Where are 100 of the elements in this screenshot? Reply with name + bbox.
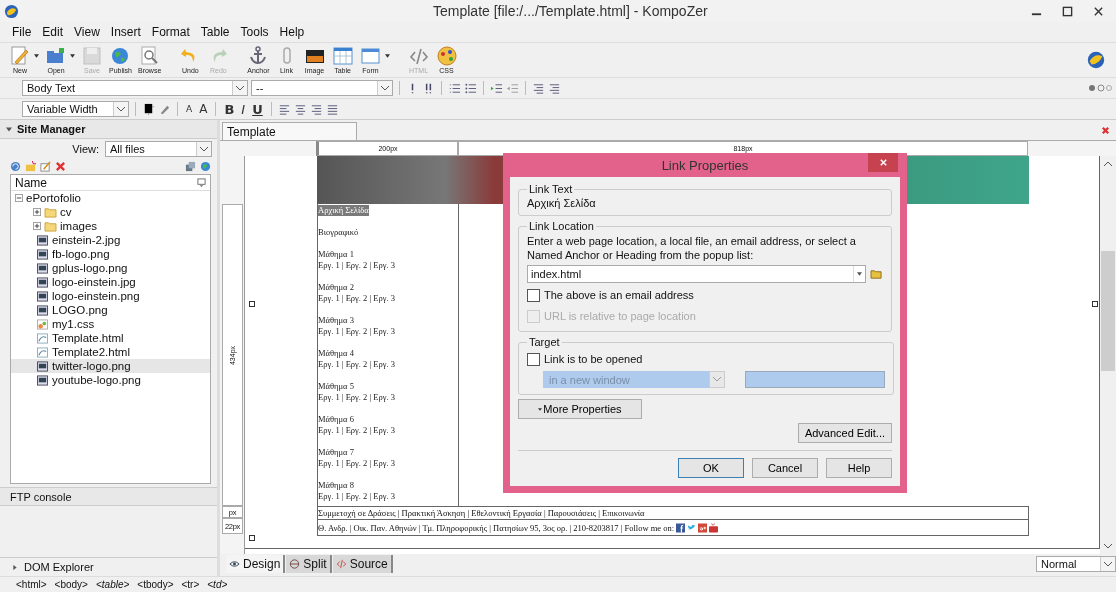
nav-link[interactable]: Βιογραφικό [318,227,359,238]
nav-link[interactable]: Μάθημα 3 [318,315,354,326]
checkbox[interactable] [527,352,540,366]
align-right-icon[interactable] [548,81,561,95]
menu-item[interactable]: Table [200,25,230,39]
dropdown-arrow-icon[interactable] [384,54,390,58]
view-tab[interactable]: Design [226,555,286,573]
more-properties-button[interactable]: More Properties [518,399,642,419]
tree-item[interactable]: images [11,219,210,233]
menu-item[interactable]: View [74,25,100,39]
element-path-item[interactable]: <tr> [181,579,200,590]
tree-item[interactable]: gplus-logo.png [11,261,210,275]
zoom-select[interactable]: Normal [1036,556,1116,572]
justify-icon[interactable] [325,102,339,116]
dialog-button[interactable]: Cancel [752,458,818,478]
text-color-icon[interactable] [142,102,155,116]
tree-item[interactable]: ePortofolio [11,191,210,205]
indent-icon[interactable] [490,81,503,95]
resize-handle[interactable] [249,301,255,307]
nav-link[interactable]: Μάθημα 2 [318,282,354,293]
view-tab[interactable]: Split [286,555,332,573]
tree-item[interactable]: cv [11,205,210,219]
menu-item[interactable]: Tools [240,25,269,39]
refresh-icon[interactable] [10,161,21,172]
assignment-links[interactable]: Εργ. 1 | Εργ. 2 | Εργ. 3 [318,293,395,304]
text-style-button[interactable]: B [222,101,237,117]
menu-item[interactable]: Format [151,25,190,39]
element-path-item[interactable]: <table> [95,579,130,590]
expander-icon[interactable] [33,208,41,216]
dropdown-arrow-icon[interactable] [34,54,39,58]
text-style-button[interactable]: U [250,101,265,117]
column-picker-icon[interactable] [197,178,206,187]
assignment-links[interactable]: Εργ. 1 | Εργ. 2 | Εργ. 3 [318,392,395,403]
close-icon[interactable] [1093,5,1104,17]
font-size-button[interactable]: A [197,102,210,116]
f-logo-icon[interactable] [676,522,686,533]
tree-item[interactable]: twitter-logo.png [11,359,210,373]
assignment-links[interactable]: Εργ. 1 | Εργ. 2 | Εργ. 3 [318,458,395,469]
nav-link[interactable]: Μάθημα 1 [318,249,354,260]
numbered-list-icon[interactable] [448,81,461,95]
tree-item[interactable]: LOGO.png [11,303,210,317]
font-size-button[interactable]: A [184,104,195,114]
scrollbar-thumb[interactable] [1101,251,1115,371]
menu-item[interactable]: Insert [110,25,141,39]
tree-item[interactable]: youtube-logo.png [11,373,210,387]
tree-item[interactable]: logo-einstein.jpg [11,275,210,289]
nav-link[interactable]: Μάθημα 5 [318,381,354,392]
new-folder-icon[interactable] [25,161,36,172]
document-tab[interactable]: Template [222,122,357,140]
align-right-icon[interactable] [532,81,545,95]
element-path-item[interactable]: <html> [16,579,47,590]
location-field[interactable]: index.html [527,265,866,283]
format-tools-icon[interactable] [1088,83,1112,93]
checkbox-option[interactable]: The above is an email address [527,286,883,304]
collapse-triangle-icon[interactable] [6,126,12,132]
nav-link[interactable]: Μάθημα 4 [318,348,354,359]
text-style-button[interactable]: I [239,101,248,117]
tree-item[interactable]: Template.html [11,331,210,345]
dropdown-arrow-icon[interactable] [70,54,75,58]
tree-item[interactable]: Template2.html [11,345,210,359]
font-style-select[interactable]: -- [251,80,393,96]
assignment-links[interactable]: Εργ. 1 | Εργ. 2 | Εργ. 3 [318,326,395,337]
globe-icon[interactable] [200,161,211,172]
view-tab[interactable]: Source [332,555,393,573]
element-path-item[interactable]: <tbody> [137,579,174,590]
nav-link[interactable]: Μάθημα 7 [318,447,354,458]
menu-item[interactable]: Help [279,25,305,39]
folder-icon[interactable] [870,268,883,280]
column-header[interactable]: Name [15,175,47,190]
menu-item[interactable]: Edit [42,25,64,39]
tree-item[interactable]: einstein-2.jpg [11,233,210,247]
nav-link[interactable]: Μάθημα 8 [318,480,354,491]
advanced-edit-button[interactable]: Advanced Edit... [797,423,892,443]
scroll-up-icon[interactable] [1104,161,1112,166]
windows-icon[interactable] [185,161,196,172]
expand-triangle-icon[interactable] [12,564,18,570]
element-path-item[interactable]: <body> [54,579,88,590]
align-left-icon[interactable] [277,102,291,116]
play-logo-icon[interactable] [709,522,719,533]
edit-icon[interactable] [40,161,51,172]
assignment-links[interactable]: Εργ. 1 | Εργ. 2 | Εργ. 3 [318,359,395,370]
tree-item[interactable]: logo-einstein.png [11,289,210,303]
delete-icon[interactable] [55,161,66,172]
align-right-icon[interactable] [309,102,323,116]
scroll-down-icon[interactable] [1104,544,1112,549]
window-name-field[interactable] [745,371,885,388]
menu-item[interactable]: File [12,25,32,39]
expander-icon[interactable] [15,194,23,202]
resize-handle[interactable] [249,535,255,541]
font-select[interactable]: Variable Width [22,101,129,117]
element-path-item[interactable]: <td> [207,579,228,590]
maximize-icon[interactable] [1062,5,1073,17]
tree-item[interactable]: fb-logo.png [11,247,210,261]
close-button[interactable] [868,153,898,172]
plus-logo-icon[interactable] [698,522,708,533]
assignment-links[interactable]: Εργ. 1 | Εργ. 2 | Εργ. 3 [318,260,395,271]
checkbox[interactable] [527,288,540,302]
resize-handle[interactable] [1092,301,1098,307]
expander-icon[interactable] [33,222,41,230]
nav-link[interactable]: Αρχική Σελίδα [318,205,369,216]
